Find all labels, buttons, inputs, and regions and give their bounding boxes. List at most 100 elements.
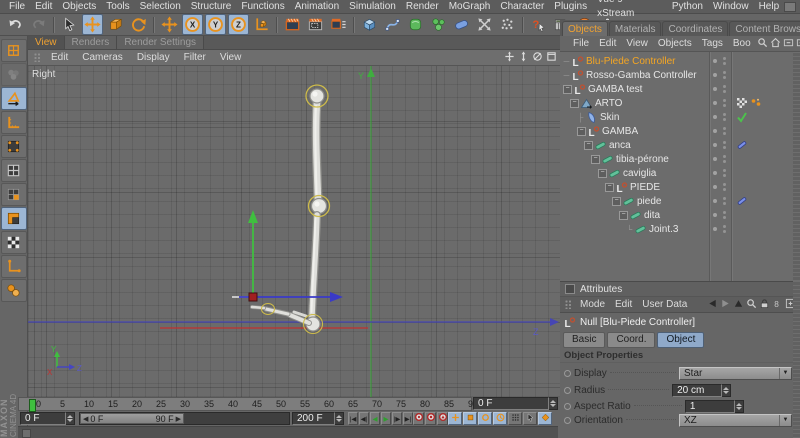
coordinate-system-button[interactable]	[251, 14, 272, 35]
object-row-tibia-p-rone[interactable]: −tibia-pérone	[560, 152, 800, 166]
visibility-dot-editor[interactable]	[713, 59, 717, 63]
object-manager-menu-file[interactable]: File	[568, 38, 594, 49]
expand-toggle-icon[interactable]: −	[612, 197, 621, 206]
leg-skeleton[interactable]	[252, 89, 327, 331]
visibility-dot-render[interactable]	[723, 127, 726, 130]
enable-dot[interactable]	[723, 202, 726, 205]
spinner[interactable]	[735, 400, 744, 413]
view-pan-button[interactable]	[503, 52, 515, 64]
next-key-button[interactable]: |▶	[392, 412, 402, 425]
attributes-scrollbar[interactable]	[793, 281, 800, 438]
enable-dot[interactable]	[723, 174, 726, 177]
expand-toggle-icon[interactable]: −	[563, 85, 572, 94]
uv-mode-button[interactable]	[1, 231, 27, 254]
viewport-tab-view[interactable]: View	[28, 36, 65, 49]
key-parameter-toggle[interactable]	[493, 412, 507, 425]
playhead[interactable]	[29, 399, 36, 412]
redo-button[interactable]	[28, 14, 49, 35]
record-active-objects-button[interactable]	[413, 412, 424, 425]
document-end-field[interactable]: 200 F	[292, 412, 344, 425]
object-row-skin[interactable]: ├Skin	[560, 110, 800, 124]
undo-button[interactable]	[5, 14, 26, 35]
object-row-arto[interactable]: −ARTO	[560, 96, 800, 110]
viewport-tab-renders[interactable]: Renders	[65, 36, 118, 49]
menu-window[interactable]: Window	[708, 0, 754, 14]
rotate-button[interactable]	[128, 14, 149, 35]
visibility-dot-editor[interactable]	[713, 213, 717, 217]
visibility-dot-editor[interactable]	[713, 115, 717, 119]
view-maximize-button[interactable]	[545, 52, 557, 64]
object-row-rosso-gamba-controller[interactable]: ─LRosso-Gamba Controller	[560, 68, 800, 82]
menu-simulation[interactable]: Simulation	[344, 0, 401, 14]
visibility-dot-render[interactable]	[723, 71, 726, 74]
goto-start-button[interactable]: |◀	[348, 412, 358, 425]
menu-help[interactable]: Help	[754, 0, 785, 14]
enable-dot[interactable]	[723, 118, 726, 121]
attributes-menu-user-data[interactable]: User Data	[637, 299, 692, 310]
check-tag-icon[interactable]	[736, 111, 748, 123]
visibility-dot-render[interactable]	[723, 197, 726, 200]
object-row-dita[interactable]: −dita	[560, 208, 800, 222]
record-options-button[interactable]	[437, 412, 448, 425]
menu-animation[interactable]: Animation	[290, 0, 344, 14]
spinner[interactable]	[549, 397, 558, 410]
tab-content-browser[interactable]: Content Browser	[729, 21, 800, 36]
preview-range-handle[interactable]: ◀ 0 F 90 F ▶	[80, 413, 184, 424]
menu-render[interactable]: Render	[401, 0, 444, 14]
goto-end-button[interactable]: ▶|	[403, 412, 413, 425]
spinner[interactable]	[335, 412, 344, 425]
enable-dot[interactable]	[723, 230, 726, 233]
lock-y-button[interactable]: Y	[205, 14, 226, 35]
visibility-dot-render[interactable]	[723, 57, 726, 60]
up-button[interactable]	[732, 299, 744, 311]
object-manager-menu-view[interactable]: View	[621, 38, 653, 49]
search-button[interactable]	[757, 38, 769, 50]
visibility-dot-editor[interactable]	[713, 185, 717, 189]
view-rotate-button[interactable]	[531, 52, 543, 64]
key-pla-toggle[interactable]	[508, 412, 522, 425]
visibility-dot-editor[interactable]	[713, 143, 717, 147]
display-select[interactable]: Star▼	[679, 367, 792, 380]
radius-field[interactable]: 20 cm	[672, 384, 722, 397]
home-button[interactable]	[770, 38, 782, 50]
viewport-menu-edit[interactable]: Edit	[44, 52, 75, 63]
timeline-ruler[interactable]: 051015202530354045505560657075808590	[18, 397, 472, 411]
add-nurbs-button[interactable]	[405, 14, 426, 35]
visibility-dot-render[interactable]	[723, 225, 726, 228]
enable-dot[interactable]	[723, 146, 726, 149]
viewport-menu-view[interactable]: View	[213, 52, 249, 63]
lock-button[interactable]	[758, 299, 770, 311]
lock-x-button[interactable]: X	[182, 14, 203, 35]
window-menu-icon[interactable]	[784, 2, 796, 12]
play-backward-button[interactable]: ◀	[370, 412, 380, 425]
key-rotation-toggle[interactable]	[478, 412, 492, 425]
attributes-tab-object[interactable]: Object	[657, 332, 704, 348]
render-settings-button[interactable]	[328, 14, 349, 35]
visibility-dot-editor[interactable]	[713, 101, 717, 105]
render-region-button[interactable]	[305, 14, 326, 35]
enable-dot[interactable]	[723, 132, 726, 135]
display-tag-icon[interactable]	[750, 97, 762, 109]
object-manager-menu-objects[interactable]: Objects	[653, 38, 697, 49]
layer-plus-button[interactable]	[796, 38, 800, 50]
enable-dot[interactable]	[723, 104, 726, 107]
menu-selection[interactable]: Selection	[135, 0, 186, 14]
object-row-caviglia[interactable]: −caviglia	[560, 166, 800, 180]
attributes-menu-edit[interactable]: Edit	[610, 299, 637, 310]
visibility-dot-render[interactable]	[723, 85, 726, 88]
add-deformer-button[interactable]	[451, 14, 472, 35]
enable-dot[interactable]	[723, 76, 726, 79]
visibility-dot-render[interactable]	[723, 99, 726, 102]
object-manager-menu-edit[interactable]: Edit	[594, 38, 621, 49]
view-zoom-button[interactable]	[517, 52, 529, 64]
visibility-dot-editor[interactable]	[713, 157, 717, 161]
object-row-gamba-test[interactable]: −LGAMBA test	[560, 82, 800, 96]
visibility-dot-render[interactable]	[723, 113, 726, 116]
back-button[interactable]	[706, 299, 718, 311]
model-mode-button[interactable]	[1, 87, 27, 110]
panel-grip-icon[interactable]	[565, 300, 572, 309]
edges-mode-button[interactable]	[1, 159, 27, 182]
tab-objects[interactable]: Objects	[562, 21, 608, 36]
object-row-piede[interactable]: −piede	[560, 194, 800, 208]
key-position-toggle[interactable]	[448, 412, 462, 425]
